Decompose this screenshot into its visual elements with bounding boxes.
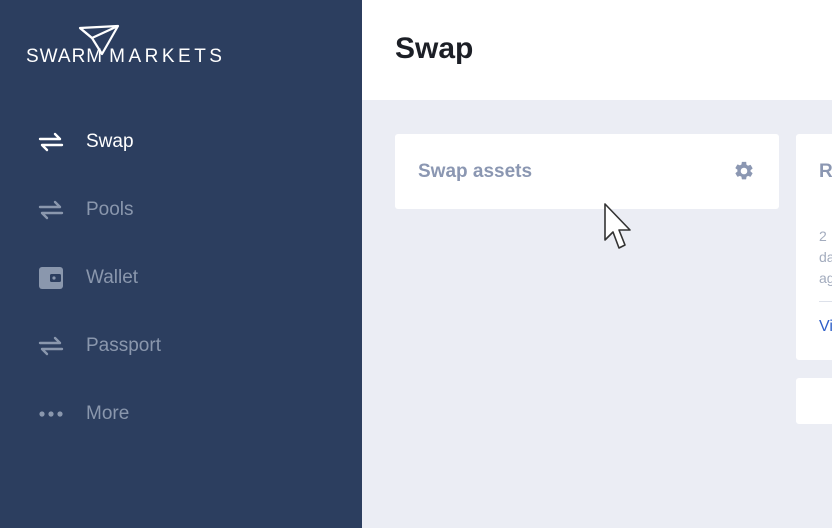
logo-word-markets: MARKETS bbox=[109, 46, 226, 67]
sidebar-item-label: Swap bbox=[86, 131, 134, 152]
swap-arrows-icon bbox=[38, 129, 64, 155]
sidebar-item-label: Passport bbox=[86, 335, 161, 356]
sidebar-nav: Swap Pools Wallet Passport More bbox=[0, 108, 362, 448]
sidebar-item-swap[interactable]: Swap bbox=[0, 108, 362, 176]
sidebar-item-label: More bbox=[86, 403, 130, 424]
view-link[interactable]: Vi bbox=[819, 318, 832, 336]
recent-activity-card: R 2 da ag Vi bbox=[796, 134, 832, 360]
page-header: Swap bbox=[362, 0, 832, 100]
sidebar-item-label: Pools bbox=[86, 199, 134, 220]
swap-arrows-icon bbox=[38, 197, 64, 223]
swap-assets-card: Swap assets bbox=[395, 134, 779, 209]
sidebar-item-more[interactable]: More bbox=[0, 380, 362, 448]
sidebar-item-wallet[interactable]: Wallet bbox=[0, 244, 362, 312]
logo-word-swarm: SWARM bbox=[26, 46, 104, 67]
sidebar-item-label: Wallet bbox=[86, 267, 139, 288]
recent-card-line: 2 bbox=[819, 228, 827, 244]
gear-icon[interactable] bbox=[733, 160, 755, 182]
page-title: Swap bbox=[395, 32, 474, 65]
recent-card-line: ag bbox=[819, 270, 832, 286]
sidebar-item-pools[interactable]: Pools bbox=[0, 176, 362, 244]
swap-arrows-icon bbox=[38, 333, 64, 359]
more-dots-icon bbox=[38, 401, 64, 427]
secondary-card bbox=[796, 378, 832, 424]
swarm-markets-logo[interactable]: SWARM MARKETS bbox=[26, 24, 222, 68]
sidebar-item-passport[interactable]: Passport bbox=[0, 312, 362, 380]
sidebar: SWARMMARKETS Swap Pools Wallet Passport bbox=[0, 0, 362, 528]
divider bbox=[819, 301, 832, 302]
swap-assets-title: Swap assets bbox=[418, 161, 533, 182]
recent-card-line: da bbox=[819, 249, 832, 265]
wallet-icon bbox=[38, 265, 64, 291]
logo-wordmark: SWARM MARKETS bbox=[26, 46, 225, 68]
recent-card-title: R bbox=[819, 161, 832, 182]
mouse-cursor-icon bbox=[604, 203, 631, 249]
